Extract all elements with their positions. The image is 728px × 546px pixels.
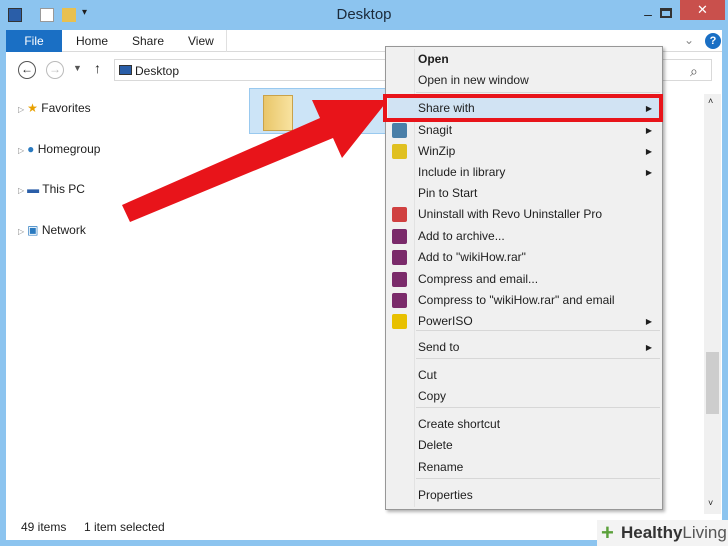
submenu-arrow-icon: ▶: [645, 343, 652, 352]
menu-item-label: Compress to "wikiHow.rar" and email: [418, 293, 615, 307]
menu-separator: [416, 92, 660, 93]
winzip-icon: [392, 144, 407, 159]
menu-item-label: Include in library: [418, 165, 506, 179]
menu-item-label: Copy: [418, 389, 447, 403]
winrar-icon: [392, 272, 407, 287]
menu-item-open-in-new-window[interactable]: Open in new window: [388, 70, 660, 91]
menu-item-label: Compress and email...: [418, 272, 539, 286]
menu-item-label: Rename: [418, 460, 464, 474]
menu-item-add-to-archive[interactable]: Add to archive...: [388, 226, 660, 247]
menu-item-label: Snagit: [418, 123, 453, 137]
submenu-arrow-icon: ▶: [645, 168, 652, 177]
menu-item-create-shortcut[interactable]: Create shortcut: [388, 414, 660, 435]
menu-item-copy[interactable]: Copy: [388, 386, 660, 407]
menu-item-send-to[interactable]: Send to ▶: [388, 337, 660, 358]
winrar-icon: [392, 250, 407, 265]
revo-icon: [392, 207, 407, 222]
menu-item-poweriso[interactable]: PowerISO ▶: [388, 311, 660, 332]
menu-item-label: Uninstall with Revo Uninstaller Pro: [418, 207, 603, 221]
menu-item-properties[interactable]: Properties: [388, 485, 660, 506]
watermark-suffix: Living: [682, 523, 727, 542]
submenu-arrow-icon: ▶: [645, 317, 652, 326]
menu-item-cut[interactable]: Cut: [388, 365, 660, 386]
menu-item-label: PowerISO: [418, 314, 473, 328]
menu-item-label: Add to "wikiHow.rar": [418, 250, 526, 264]
menu-item-include-in-library[interactable]: Include in library ▶: [388, 162, 660, 183]
submenu-arrow-icon: ▶: [645, 147, 652, 156]
poweriso-icon: [392, 314, 407, 329]
menu-item-label: WinZip: [418, 144, 456, 158]
menu-item-uninstall-with-revo-uninstaller-pro[interactable]: Uninstall with Revo Uninstaller Pro: [388, 204, 660, 225]
menu-item-label: Add to archive...: [418, 229, 505, 243]
menu-item-label: Pin to Start: [418, 186, 478, 200]
menu-item-delete[interactable]: Delete: [388, 435, 660, 456]
snagit-icon: [392, 123, 407, 138]
menu-item-winzip[interactable]: WinZip ▶: [388, 141, 660, 162]
winrar-icon: [392, 229, 407, 244]
menu-item-label: Open in new window: [418, 73, 529, 87]
menu-item-label: Create shortcut: [418, 417, 501, 431]
menu-separator: [416, 478, 660, 479]
menu-item-pin-to-start[interactable]: Pin to Start: [388, 183, 660, 204]
menu-item-rename[interactable]: Rename: [388, 457, 660, 478]
menu-item-snagit[interactable]: Snagit ▶: [388, 120, 660, 141]
menu-item-compress-to-wikihow-rar-and-email[interactable]: Compress to "wikiHow.rar" and email: [388, 290, 660, 311]
menu-item-open[interactable]: Open: [388, 49, 660, 70]
share-with-highlight: [383, 94, 663, 122]
menu-item-add-to-wikihow-rar[interactable]: Add to "wikiHow.rar": [388, 247, 660, 268]
menu-item-label: Send to: [418, 340, 460, 354]
menu-separator: [416, 358, 660, 359]
watermark-logo: + HealthyLiving: [597, 520, 728, 546]
menu-item-label: Properties: [418, 488, 473, 502]
menu-separator: [416, 407, 660, 408]
menu-item-label: Delete: [418, 438, 453, 452]
watermark-brand: Healthy: [621, 523, 683, 542]
winrar-icon: [392, 293, 407, 308]
submenu-arrow-icon: ▶: [645, 126, 652, 135]
menu-item-compress-and-email[interactable]: Compress and email...: [388, 269, 660, 290]
menu-item-label: Open: [418, 52, 449, 66]
plus-icon: +: [601, 520, 614, 545]
menu-item-label: Cut: [418, 368, 437, 382]
